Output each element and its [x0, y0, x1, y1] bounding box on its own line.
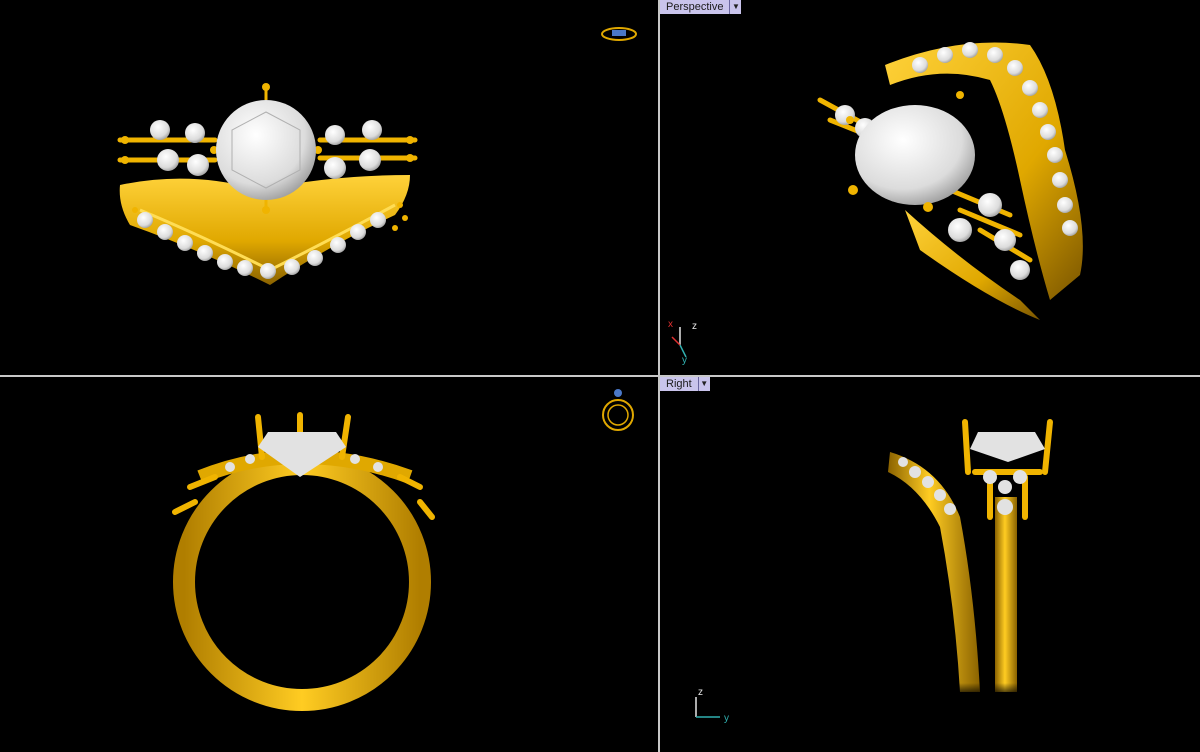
- axis-z-label: z: [692, 321, 697, 332]
- viewport-title[interactable]: Perspective: [660, 0, 731, 14]
- chevron-down-icon[interactable]: ▼: [698, 377, 710, 391]
- chevron-down-icon[interactable]: ▼: [730, 0, 742, 14]
- view-cube-icon[interactable]: [600, 385, 640, 435]
- axis-x-label: x: [668, 319, 673, 330]
- viewport-label-right[interactable]: Right ▼: [660, 377, 710, 391]
- viewport-perspective[interactable]: Perspective ▼ z x y: [660, 0, 1200, 375]
- ring-top-view: [117, 83, 418, 285]
- ring-perspective-view: [817, 42, 1083, 320]
- axis-y-label: y: [682, 355, 687, 365]
- ring-front-view: [172, 412, 435, 711]
- view-cube-icon[interactable]: [600, 25, 638, 45]
- viewport-title[interactable]: Right: [660, 377, 699, 391]
- axis-triad-icon: z y: [695, 687, 729, 724]
- viewport-front[interactable]: [0, 377, 658, 752]
- viewport-right[interactable]: Right ▼ z y: [660, 377, 1200, 752]
- axis-triad-icon: z x y: [668, 319, 697, 365]
- axis-y-label: y: [724, 713, 729, 724]
- viewport-top[interactable]: [0, 0, 658, 375]
- axis-z-label: z: [698, 687, 703, 698]
- viewport-label-perspective[interactable]: Perspective ▼: [660, 0, 742, 14]
- ring-right-view: [885, 419, 1053, 697]
